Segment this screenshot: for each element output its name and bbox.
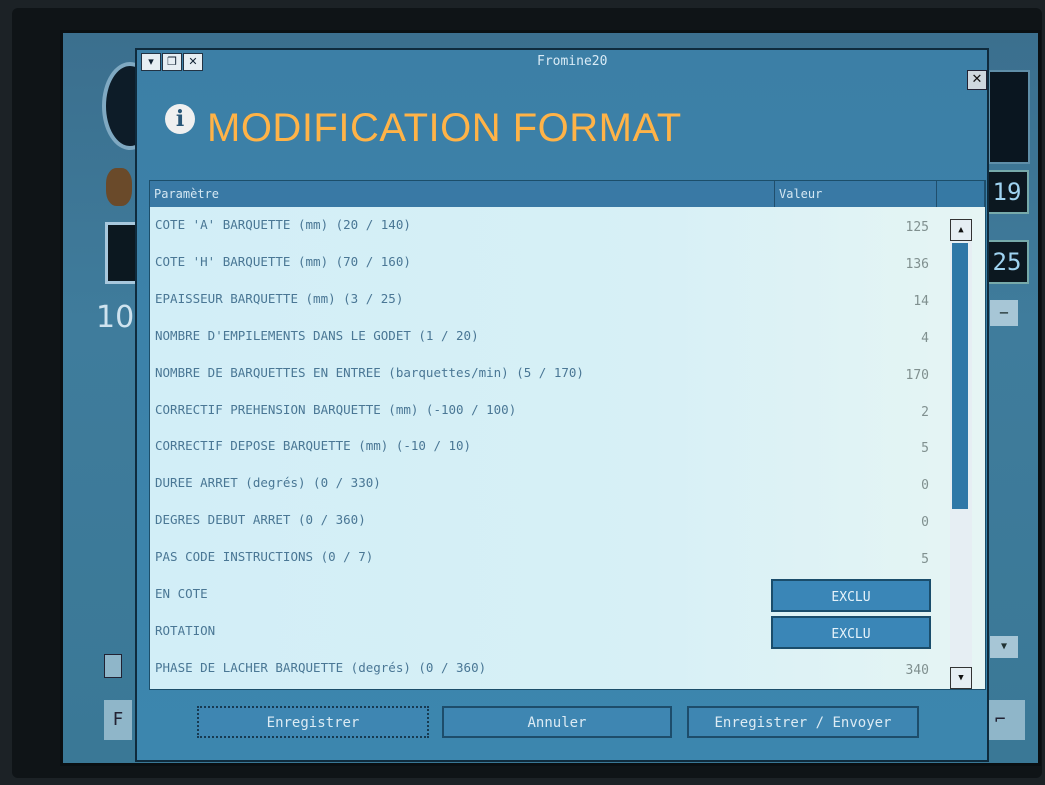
background-counter-1: 19 <box>985 170 1029 214</box>
column-header-value[interactable]: Valeur <box>775 181 937 207</box>
parameter-label: EPAISSEUR BARQUETTE (mm) (3 / 25) <box>155 290 404 306</box>
parameter-value[interactable]: 5 <box>921 552 929 567</box>
column-header-scroll <box>937 181 985 207</box>
parameter-value[interactable]: 136 <box>906 257 929 272</box>
parameter-label: CORRECTIF PREHENSION BARQUETTE (mm) (-10… <box>155 401 517 417</box>
title-bar: ▾ ❐ ✕ Fromine20 <box>137 50 987 72</box>
table-row[interactable]: COTE 'H' BARQUETTE (mm) (70 / 160) 136 <box>150 245 937 282</box>
parameter-label: COTE 'H' BARQUETTE (mm) (70 / 160) <box>155 253 411 269</box>
background-panel <box>105 222 139 284</box>
window-title: Fromine20 <box>537 54 608 69</box>
background-number: 10 <box>96 300 135 335</box>
background-minus-button[interactable]: − <box>990 300 1018 326</box>
parameter-label: DEGRES DEBUT ARRET (0 / 360) <box>155 512 366 528</box>
table-row[interactable]: PHASE DE LACHER BARQUETTE (degrés) (0 / … <box>150 651 937 688</box>
table-row[interactable]: CORRECTIF PREHENSION BARQUETTE (mm) (-10… <box>150 393 937 430</box>
close-icon[interactable]: ✕ <box>967 70 987 90</box>
exclu-toggle-button[interactable]: EXCLU <box>771 579 931 612</box>
table-row[interactable]: NOMBRE D'EMPILEMENTS DANS LE GODET (1 / … <box>150 319 937 356</box>
parameter-value[interactable]: 170 <box>906 368 929 383</box>
table-row[interactable]: DEGRES DEBUT ARRET (0 / 360) 0 <box>150 503 937 540</box>
background-scroll-button[interactable] <box>104 654 122 678</box>
parameter-value[interactable]: 2 <box>921 405 929 420</box>
modification-format-dialog: ▾ ❐ ✕ Fromine20 ✕ i MODIFICATION FORMAT … <box>135 48 989 762</box>
pin-icon[interactable]: ✕ <box>183 53 203 71</box>
parameter-label: CORRECTIF DEPOSE BARQUETTE (mm) (-10 / 1… <box>155 438 472 454</box>
info-icon: i <box>165 104 195 134</box>
background-counter-2: 25 <box>985 240 1029 284</box>
table-row[interactable]: EPAISSEUR BARQUETTE (mm) (3 / 25) 14 <box>150 282 937 319</box>
table-row[interactable]: PAS CODE INSTRUCTIONS (0 / 7) 5 <box>150 540 937 577</box>
table-row[interactable]: COTE 'A' BARQUETTE (mm) (20 / 140) 125 <box>150 208 937 245</box>
table-row[interactable]: DUREE ARRET (degrés) (0 / 330) 0 <box>150 466 937 503</box>
table-scrollbar[interactable]: ▲ ▼ <box>950 219 972 689</box>
page-title: MODIFICATION FORMAT <box>207 106 682 150</box>
restore-icon[interactable]: ❐ <box>162 53 182 71</box>
parameter-value[interactable]: 0 <box>921 478 929 493</box>
parameter-value[interactable]: 14 <box>913 294 929 309</box>
parameter-label: DUREE ARRET (degrés) (0 / 330) <box>155 475 381 491</box>
scroll-down-icon[interactable]: ▼ <box>950 667 972 689</box>
background-scroll-down-button[interactable]: ▼ <box>990 636 1018 658</box>
parameter-label: ROTATION <box>155 622 216 638</box>
minimize-icon[interactable]: ▾ <box>141 53 161 71</box>
scroll-thumb[interactable] <box>952 243 968 509</box>
cancel-button[interactable]: Annuler <box>442 706 672 738</box>
parameter-value[interactable]: 340 <box>906 663 929 678</box>
table-row[interactable]: CORRECTIF DEPOSE BARQUETTE (mm) (-10 / 1… <box>150 429 937 466</box>
parameter-value[interactable]: 4 <box>921 331 929 346</box>
parameter-table: Paramètre Valeur COTE 'A' BARQUETTE (mm)… <box>149 180 986 690</box>
parameter-label: NOMBRE D'EMPILEMENTS DANS LE GODET (1 / … <box>155 327 479 343</box>
table-row[interactable]: EN COTE EXCLU <box>150 577 937 614</box>
gear-icon <box>106 168 132 206</box>
scroll-up-icon[interactable]: ▲ <box>950 219 972 241</box>
background-function-key[interactable]: F <box>104 700 132 740</box>
table-row[interactable]: ROTATION EXCLU <box>150 614 937 651</box>
parameter-label: PAS CODE INSTRUCTIONS (0 / 7) <box>155 549 374 565</box>
column-header-parameter[interactable]: Paramètre <box>150 181 775 207</box>
parameter-value[interactable]: 5 <box>921 441 929 456</box>
exclu-toggle-button[interactable]: EXCLU <box>771 615 931 649</box>
parameter-label: COTE 'A' BARQUETTE (mm) (20 / 140) <box>155 217 411 232</box>
parameter-label: PHASE DE LACHER BARQUETTE (degrés) (0 / … <box>155 659 487 675</box>
parameter-label: EN COTE <box>155 586 208 601</box>
parameter-label: NOMBRE DE BARQUETTES EN ENTREE (barquett… <box>155 364 584 380</box>
table-row[interactable]: NOMBRE DE BARQUETTES EN ENTREE (barquett… <box>150 356 937 393</box>
save-send-button[interactable]: Enregistrer / Envoyer <box>687 706 919 738</box>
parameter-value[interactable]: 0 <box>921 515 929 530</box>
parameter-value[interactable]: 125 <box>906 220 929 235</box>
background-display <box>988 70 1030 164</box>
save-button[interactable]: Enregistrer <box>197 706 429 738</box>
